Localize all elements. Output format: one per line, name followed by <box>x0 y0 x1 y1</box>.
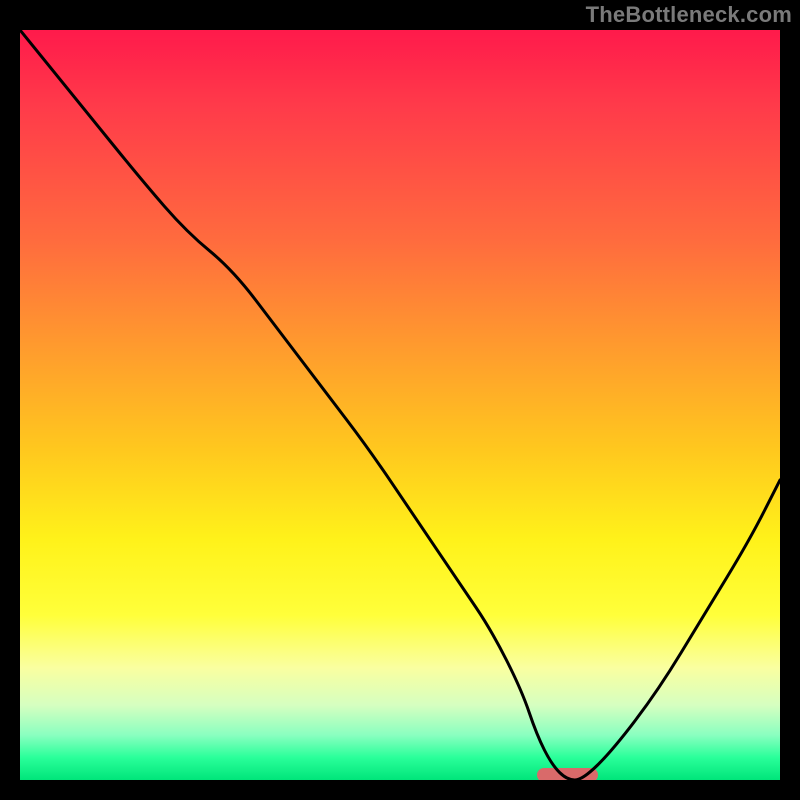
chart-frame: TheBottleneck.com <box>0 0 800 800</box>
plot-area <box>20 30 780 780</box>
watermark-text: TheBottleneck.com <box>586 2 792 28</box>
bottleneck-curve <box>20 30 780 780</box>
curve-path <box>20 30 780 780</box>
